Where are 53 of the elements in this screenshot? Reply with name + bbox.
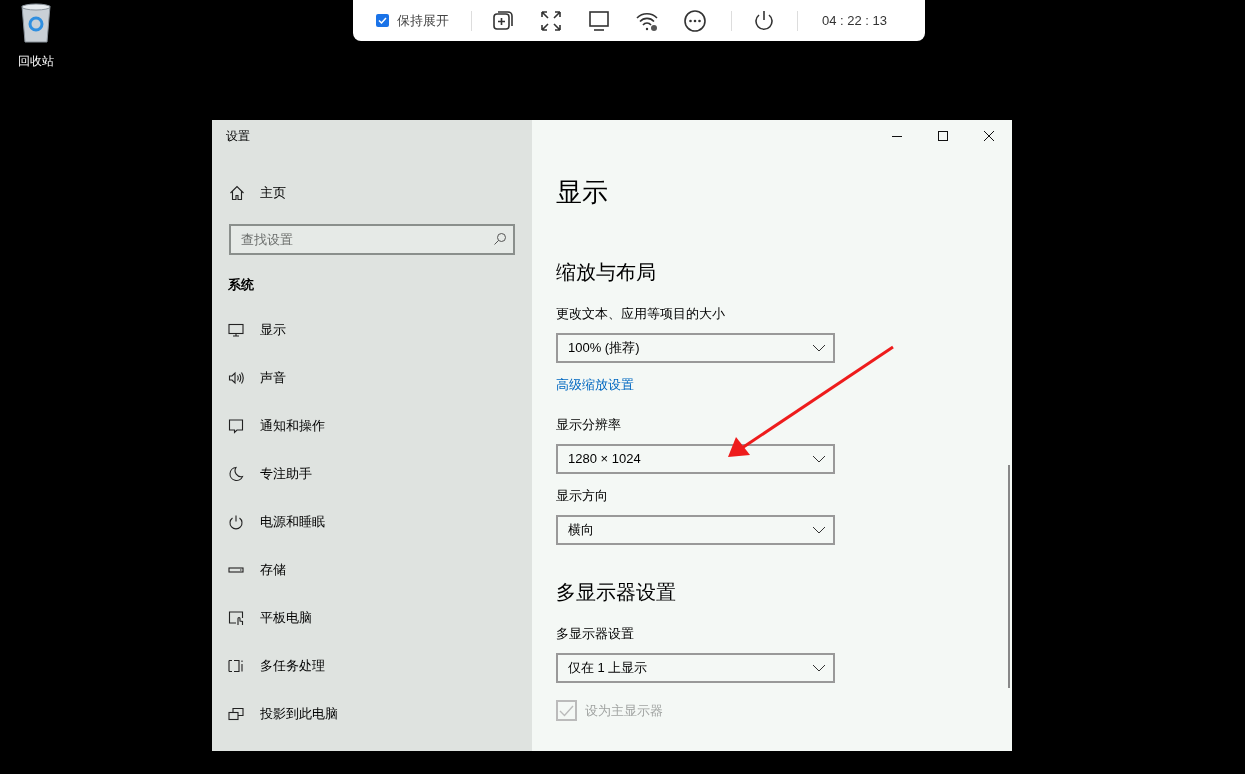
monitor-icon[interactable]	[587, 8, 611, 33]
window-title: 设置	[226, 128, 250, 145]
setting-label: 多显示器设置	[556, 625, 634, 643]
sidebar-item[interactable]: 电源和睡眠	[212, 497, 532, 546]
sidebar-item[interactable]: 显示	[212, 305, 532, 354]
fullscreen-icon[interactable]	[539, 8, 563, 33]
search-icon	[493, 232, 507, 246]
moon-icon	[228, 465, 244, 482]
more-icon[interactable]	[683, 8, 707, 33]
dropdown[interactable]: 100% (推荐)	[556, 333, 835, 363]
page-title: 显示	[556, 176, 609, 209]
sidebar-item[interactable]: 多任务处理	[212, 641, 532, 690]
sidebar-item[interactable]: 专注助手	[212, 449, 532, 498]
monitor-icon	[228, 321, 244, 338]
tablet-icon	[228, 609, 244, 626]
projector-icon	[228, 705, 244, 722]
chevron-down-icon	[812, 664, 826, 672]
sidebar-item[interactable]: 通知和操作	[212, 401, 532, 450]
chevron-down-icon	[812, 455, 826, 463]
checkbox[interactable]	[376, 14, 389, 27]
chevron-down-icon	[812, 526, 826, 534]
section-heading: 系统	[228, 276, 255, 294]
check-icon	[378, 16, 387, 25]
new-window-icon[interactable]	[491, 8, 515, 33]
section-heading: 缩放与布局	[556, 260, 657, 285]
sidebar-item[interactable]: 平板电脑	[212, 593, 532, 642]
section-heading: 多显示器设置	[556, 580, 677, 605]
checkbox-label: 设为主显示器	[585, 701, 663, 720]
scrollbar-thumb[interactable]	[1008, 465, 1010, 688]
setting-label: 更改文本、应用等项目的大小	[556, 305, 725, 323]
setting-label: 显示方向	[556, 487, 608, 505]
chevron-down-icon	[812, 344, 826, 352]
power-icon	[228, 513, 244, 530]
search-field[interactable]: 查找设置	[229, 224, 515, 255]
sidebar-item[interactable]: 声音	[212, 353, 532, 402]
home-link[interactable]: 主页	[212, 177, 286, 209]
advanced-scaling-link[interactable]: 高级缩放设置	[556, 375, 634, 395]
speaker-icon	[228, 369, 244, 386]
close-icon[interactable]	[984, 131, 994, 141]
desktop-icon-label: 回收站	[18, 53, 54, 70]
sidebar-item[interactable]: 存储	[212, 545, 532, 594]
dropdown[interactable]: 1280 × 1024	[556, 444, 835, 474]
clock-time: 04 : 22 : 13	[822, 11, 888, 30]
maximize-icon[interactable]	[938, 131, 948, 141]
dropdown[interactable]: 横向	[556, 515, 835, 545]
power-icon[interactable]	[752, 8, 776, 33]
setting-label: 显示分辨率	[556, 416, 621, 434]
dropdown[interactable]: 仅在 1 上显示	[556, 653, 835, 683]
checkbox-label: 保持展开	[397, 11, 449, 30]
sidebar-item[interactable]: 投影到此电脑	[212, 689, 532, 738]
home-icon	[229, 185, 245, 201]
multitask-icon	[228, 657, 244, 674]
chat-icon	[228, 417, 244, 434]
